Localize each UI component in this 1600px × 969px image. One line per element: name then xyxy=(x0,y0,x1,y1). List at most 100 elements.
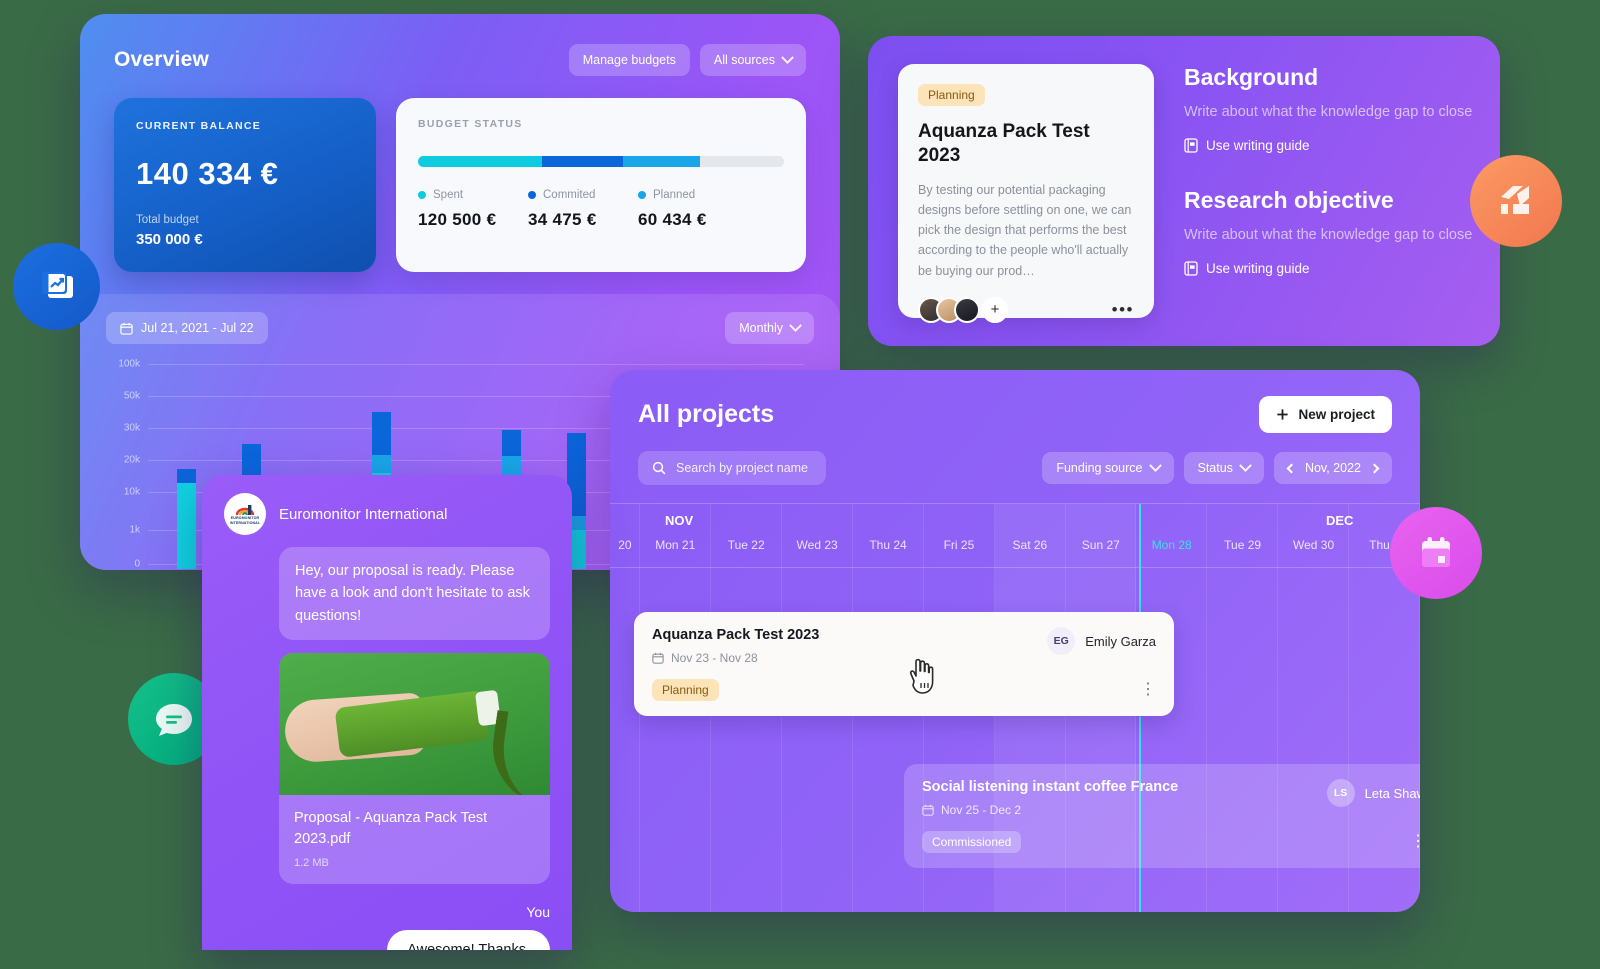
calendar-icon xyxy=(120,322,133,335)
search-icon xyxy=(652,461,666,475)
row-more-menu[interactable]: ⋮ xyxy=(1410,834,1420,850)
timeline-day[interactable]: Fri 25 xyxy=(923,538,994,567)
gantt-timeline: NOV DEC 20 Mon 21 Tue 22 Wed 23 Thu 24 Fri 25… xyxy=(610,503,1420,912)
timeline-day[interactable]: Sat 26 xyxy=(994,538,1065,567)
bar-segment-commited xyxy=(372,412,391,456)
gantt-row-tag-wrap: Planning xyxy=(652,679,819,701)
manage-budgets-label: Manage budgets xyxy=(582,53,676,67)
all-sources-label: All sources xyxy=(713,53,775,67)
overview-cards: CURRENT BALANCE 140 334 € Total budget 3… xyxy=(114,98,806,272)
gantt-row-info: Social listening instant coffee France N… xyxy=(922,779,1178,853)
project-card-description: By testing our potential packaging desig… xyxy=(918,182,1132,278)
edit-fab[interactable] xyxy=(1470,155,1562,247)
new-project-label: New project xyxy=(1298,407,1375,422)
timeline-day[interactable]: Thu 24 xyxy=(853,538,924,567)
chevron-right-icon[interactable] xyxy=(1369,463,1380,473)
attachment-filesize: 1.2 MB xyxy=(294,857,329,870)
chat-sender-name: Euromonitor International xyxy=(279,505,448,523)
chat-you-label: You xyxy=(526,904,550,921)
guide-label: Use writing guide xyxy=(1206,138,1310,153)
bar-segment-commited xyxy=(177,469,196,483)
search-placeholder: Search by project name xyxy=(676,461,809,475)
logo-line-2: INTERNATIONAL xyxy=(229,520,261,525)
chat-panel: EUROMONITOR INTERNATIONAL Euromonitor In… xyxy=(202,475,572,950)
status-filter-label: Status xyxy=(1197,461,1233,475)
projects-title: All projects xyxy=(638,400,775,428)
attachment-info: Proposal - Aquanza Pack Test 2023.pdf 1.… xyxy=(279,795,550,884)
granularity-dropdown[interactable]: Monthly xyxy=(725,312,814,344)
legend-value-spent: 120 500 € xyxy=(418,210,497,229)
owner-name: Leta Shaw xyxy=(1364,785,1420,801)
y-tick-100k: 100k xyxy=(118,358,140,370)
attachment-thumbnail xyxy=(279,653,550,796)
search-input[interactable]: Search by project name xyxy=(638,451,826,485)
legend-label-spent: Spent xyxy=(433,189,464,201)
timeline-day[interactable]: Tue 22 xyxy=(711,538,782,567)
gantt-row-meta: EG Emily Garza ⋮ xyxy=(1047,627,1156,698)
date-range-label: Jul 21, 2021 - Jul 22 xyxy=(141,321,254,335)
date-range-picker[interactable]: Jul 21, 2021 - Jul 22 xyxy=(106,312,268,344)
pour-stream-shape xyxy=(485,710,550,796)
calendar-icon xyxy=(652,652,664,664)
y-tick-50k: 50k xyxy=(123,390,140,402)
chevron-left-icon[interactable] xyxy=(1286,463,1297,473)
timeline-day-row: 20 Mon 21 Tue 22 Wed 23 Thu 24 Fri 25 Sat 26 Su… xyxy=(610,538,1420,568)
legend-item-commited: Commited 34 475 € xyxy=(528,189,638,230)
current-month-label: Nov, 2022 xyxy=(1304,461,1361,475)
gantt-row-owner[interactable]: EG Emily Garza xyxy=(1047,627,1156,655)
row-more-menu[interactable]: ⋮ xyxy=(1140,682,1156,698)
bar-segment-spent xyxy=(177,482,196,569)
chat-reply-row: Awesome! Thanks. xyxy=(224,920,550,950)
section-placeholder-objective[interactable]: Write about what the knowledge gap to cl… xyxy=(1184,227,1472,243)
chat-message-bubble: Hey, our proposal is ready. Please have … xyxy=(279,547,550,641)
chat-reply-bubble: Awesome! Thanks. xyxy=(387,930,550,950)
timeline-day[interactable]: Wed 30 xyxy=(1278,538,1349,567)
add-member-button[interactable]: + xyxy=(982,296,1008,323)
use-writing-guide-button-objective[interactable]: Use writing guide xyxy=(1184,261,1470,276)
gantt-row-owner[interactable]: LS Leta Shaw xyxy=(1326,779,1420,807)
chevron-down-icon xyxy=(781,50,794,64)
timeline-day[interactable]: Sun 27 xyxy=(1065,538,1136,567)
report-fab[interactable] xyxy=(13,243,100,330)
granularity-label: Monthly xyxy=(739,321,783,335)
project-summary-card[interactable]: Planning Aquanza Pack Test 2023 By testi… xyxy=(898,64,1154,323)
status-filter[interactable]: Status xyxy=(1183,452,1264,484)
report-icon xyxy=(41,271,73,298)
research-brief-panel: Planning Aquanza Pack Test 2023 By testi… xyxy=(868,36,1500,346)
avatar: EG xyxy=(1047,627,1076,655)
section-placeholder-background[interactable]: Write about what the knowledge gap to cl… xyxy=(1184,104,1472,120)
month-navigator[interactable]: Nov, 2022 xyxy=(1273,452,1392,484)
timeline-day[interactable]: Wed 23 xyxy=(782,538,853,567)
timeline-day[interactable]: Tue 29 xyxy=(1207,538,1278,567)
funding-source-filter[interactable]: Funding source xyxy=(1042,452,1174,484)
bar-segment-spent xyxy=(418,156,543,167)
gantt-row-info: Aquanza Pack Test 2023 Nov 23 - Nov 28 P… xyxy=(652,627,819,701)
section-heading-objective: Research objective xyxy=(1184,187,1394,213)
attachment-filename: Proposal - Aquanza Pack Test 2023.pdf xyxy=(294,810,488,848)
bar-segment-commited xyxy=(502,429,521,456)
calendar-fab[interactable] xyxy=(1390,507,1482,599)
table-row[interactable]: Social listening instant coffee France N… xyxy=(904,764,1420,868)
timeline-day-today[interactable]: Mon 28 xyxy=(1136,538,1207,567)
legend-value-planned: 60 434 € xyxy=(638,210,707,229)
chat-attachment[interactable]: Proposal - Aquanza Pack Test 2023.pdf 1.… xyxy=(279,653,550,885)
timeline-day[interactable]: Mon 21 xyxy=(640,538,711,567)
y-tick-10k: 10k xyxy=(123,486,140,498)
y-tick-1k: 1k xyxy=(129,524,140,536)
all-sources-dropdown[interactable]: All sources xyxy=(699,44,806,76)
month-label-dec: DEC xyxy=(1326,513,1354,528)
projects-header: All projects New project Search by proje… xyxy=(610,370,1420,485)
card-more-menu[interactable]: ••• xyxy=(1112,301,1134,318)
logo-mark-icon xyxy=(235,505,255,516)
chat-header: EUROMONITOR INTERNATIONAL Euromonitor In… xyxy=(224,493,550,535)
brief-sections: Background Write about what the knowledg… xyxy=(1184,64,1472,318)
avatar xyxy=(954,296,980,323)
budget-status-card: BUDGET STATUS Spent 120 500 € Commited 3… xyxy=(396,98,806,272)
projects-title-row: All projects New project xyxy=(638,396,1392,433)
new-project-button[interactable]: New project xyxy=(1259,396,1392,433)
timeline-day[interactable]: 20 xyxy=(610,538,640,567)
section-heading-background: Background xyxy=(1184,64,1319,90)
use-writing-guide-button-background[interactable]: Use writing guide xyxy=(1184,138,1470,153)
balance-amount: 140 334 € xyxy=(136,156,279,191)
manage-budgets-button[interactable]: Manage budgets xyxy=(568,44,690,76)
